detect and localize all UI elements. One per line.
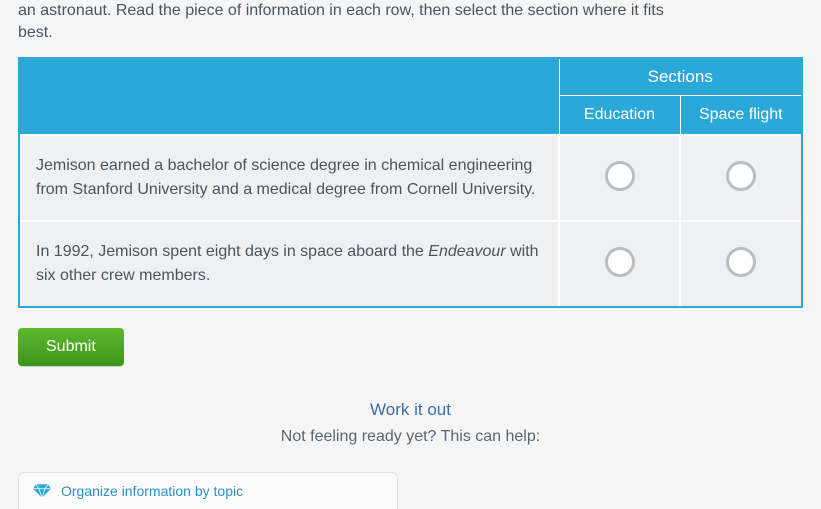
table-row: Jemison earned a bachelor of science deg… [20,135,801,221]
statement-italic: Endeavour [428,243,505,260]
radio-row1-spaceflight[interactable] [726,161,756,191]
radio-row2-education[interactable] [605,247,635,277]
statement-cell: In 1992, Jemison spent eight days in spa… [20,221,559,306]
statement-text: Jemison earned a bachelor of science deg… [36,157,535,198]
statement-pre: In 1992, Jemison spent eight days in spa… [36,243,428,260]
statement-cell: Jemison earned a bachelor of science deg… [20,135,559,221]
submit-button[interactable]: Submit [18,328,124,366]
instruction-line1: an astronaut. Read the piece of informat… [18,2,664,19]
radio-cell-spaceflight [680,135,801,221]
header-blank [20,59,559,135]
diamond-icon [33,484,51,498]
table-row: In 1992, Jemison spent eight days in spa… [20,221,801,306]
not-ready-text: Not feeling ready yet? This can help: [0,428,821,446]
categorize-table: Sections Education Space flight Jemison … [18,57,803,308]
help-link-card[interactable]: Organize information by topic [18,472,398,509]
radio-cell-education [559,135,680,221]
instruction-line2: best. [18,22,803,44]
instruction-text: an astronaut. Read the piece of informat… [0,0,821,57]
header-sections: Sections [559,59,801,96]
radio-cell-education [559,221,680,306]
radio-cell-spaceflight [680,221,801,306]
column-education: Education [559,96,680,136]
radio-row1-education[interactable] [605,161,635,191]
help-link-text: Organize information by topic [61,483,243,499]
radio-row2-spaceflight[interactable] [726,247,756,277]
column-space-flight: Space flight [680,96,801,136]
work-it-out-heading: Work it out [0,400,821,420]
